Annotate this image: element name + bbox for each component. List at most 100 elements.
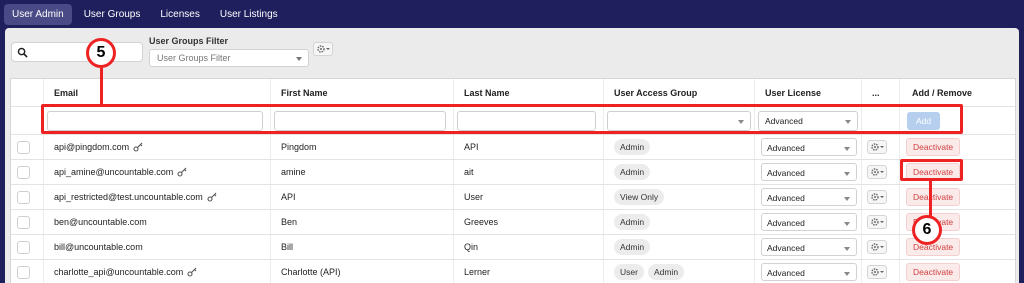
gear-icon <box>317 45 330 53</box>
first-name-cell: amine <box>271 160 454 184</box>
row-menu-cell <box>862 210 900 234</box>
tab-user-groups[interactable]: User Groups <box>76 4 149 25</box>
access-group-chip: Admin <box>614 214 651 230</box>
license-cell: Advanced <box>755 235 862 259</box>
email-cell: bill@uncountable.com <box>44 235 271 259</box>
email-cell: charlotte_api@uncountable.com <box>44 260 271 283</box>
header-user-license[interactable]: User License <box>755 79 862 106</box>
first-name-cell: Bill <box>271 235 454 259</box>
row-checkbox[interactable] <box>17 215 30 229</box>
license-select[interactable]: Advanced <box>761 138 857 156</box>
tab-licenses[interactable]: Licenses <box>152 4 207 25</box>
header-last-name[interactable]: Last Name <box>454 79 604 106</box>
gear-icon <box>871 143 884 151</box>
access-group-cell[interactable]: Admin <box>604 135 755 159</box>
license-select[interactable]: Advanced <box>761 263 857 281</box>
license-cell: Advanced <box>755 210 862 234</box>
email-text: bill@uncountable.com <box>54 242 143 252</box>
row-select-cell <box>11 260 44 283</box>
table-row: api@pingdom.com Pingdom API Admin Advanc… <box>11 135 1015 160</box>
callout-5-connector <box>100 68 103 104</box>
user-groups-filter-select[interactable]: User Groups Filter <box>149 49 309 67</box>
gear-icon <box>871 168 884 176</box>
api-key-icon <box>177 167 187 177</box>
access-group-cell[interactable]: User Admin <box>604 260 755 283</box>
license-cell: Advanced <box>755 260 862 283</box>
gear-icon <box>871 243 884 251</box>
license-select[interactable]: Advanced <box>761 163 857 181</box>
row-checkbox[interactable] <box>17 190 30 204</box>
access-group-cell[interactable]: Admin <box>604 160 755 184</box>
access-group-chip: View Only <box>614 189 665 205</box>
gear-icon <box>871 193 884 201</box>
callout-6-connector <box>929 180 932 216</box>
license-value: Advanced <box>767 143 805 153</box>
license-select[interactable]: Advanced <box>761 238 857 256</box>
row-checkbox[interactable] <box>17 240 30 254</box>
api-key-icon <box>133 142 143 152</box>
deactivate-button[interactable]: Deactivate <box>906 263 961 281</box>
email-cell: api_amine@uncountable.com <box>44 160 271 184</box>
row-checkbox[interactable] <box>17 265 30 279</box>
header-user-access-group[interactable]: User Access Group <box>604 79 755 106</box>
row-settings-button[interactable] <box>867 165 887 179</box>
row-settings-button[interactable] <box>867 240 887 254</box>
row-select-cell <box>11 210 44 234</box>
row-checkbox[interactable] <box>17 165 30 179</box>
tab-user-admin[interactable]: User Admin <box>4 3 72 25</box>
license-cell: Advanced <box>755 185 862 209</box>
row-select-cell <box>11 160 44 184</box>
add-row-select <box>11 107 44 134</box>
row-settings-button[interactable] <box>867 265 887 279</box>
row-checkbox[interactable] <box>17 140 30 154</box>
first-name-cell: API <box>271 185 454 209</box>
license-select[interactable]: Advanced <box>761 213 857 231</box>
access-group-cell[interactable]: View Only <box>604 185 755 209</box>
deactivate-button[interactable]: Deactivate <box>906 138 961 156</box>
callout-5: 5 <box>86 38 116 68</box>
last-name-cell: User <box>454 185 604 209</box>
user-groups-filter-label: User Groups Filter <box>149 36 229 46</box>
header-email[interactable]: Email <box>44 79 271 106</box>
chevron-down-icon <box>296 57 302 61</box>
row-settings-button[interactable] <box>867 140 887 154</box>
access-group-cell[interactable]: Admin <box>604 235 755 259</box>
header-first-name[interactable]: First Name <box>271 79 454 106</box>
row-menu-cell <box>862 160 900 184</box>
header-select <box>11 79 44 106</box>
api-key-icon <box>207 192 217 202</box>
chevron-down-icon <box>844 247 850 251</box>
header-more[interactable]: ... <box>862 79 900 106</box>
access-group-chip: User <box>614 264 644 280</box>
search-input[interactable] <box>32 45 138 59</box>
email-cell: ben@uncountable.com <box>44 210 271 234</box>
main-panel: User Groups Filter User Groups Filter Em… <box>5 28 1019 283</box>
last-name-cell: Greeves <box>454 210 604 234</box>
add-row-highlight <box>41 104 963 134</box>
row-menu-cell <box>862 235 900 259</box>
email-text: charlotte_api@uncountable.com <box>54 267 184 277</box>
chevron-down-icon <box>844 197 850 201</box>
last-name-cell: ait <box>454 160 604 184</box>
deactivate-button[interactable]: Deactivate <box>906 188 961 206</box>
last-name-cell: API <box>454 135 604 159</box>
search-box[interactable] <box>11 42 143 62</box>
header-add-remove: Add / Remove <box>912 87 973 98</box>
license-select[interactable]: Advanced <box>761 188 857 206</box>
api-key-icon <box>187 267 197 277</box>
row-select-cell <box>11 135 44 159</box>
first-name-cell: Charlotte (API) <box>271 260 454 283</box>
row-select-cell <box>11 235 44 259</box>
tab-user-listings[interactable]: User Listings <box>212 4 286 25</box>
access-group-chip: Admin <box>614 139 651 155</box>
row-menu-cell <box>862 185 900 209</box>
user-groups-filter-placeholder: User Groups Filter <box>157 53 231 63</box>
license-value: Advanced <box>767 193 805 203</box>
access-group-cell[interactable]: Admin <box>604 210 755 234</box>
row-settings-button[interactable] <box>867 190 887 204</box>
email-text: api_restricted@test.uncountable.com <box>54 192 203 202</box>
action-cell: Deactivate <box>900 185 1017 209</box>
settings-menu-button[interactable] <box>313 42 333 56</box>
row-settings-button[interactable] <box>867 215 887 229</box>
table-body: api@pingdom.com Pingdom API Admin Advanc… <box>11 135 1015 283</box>
